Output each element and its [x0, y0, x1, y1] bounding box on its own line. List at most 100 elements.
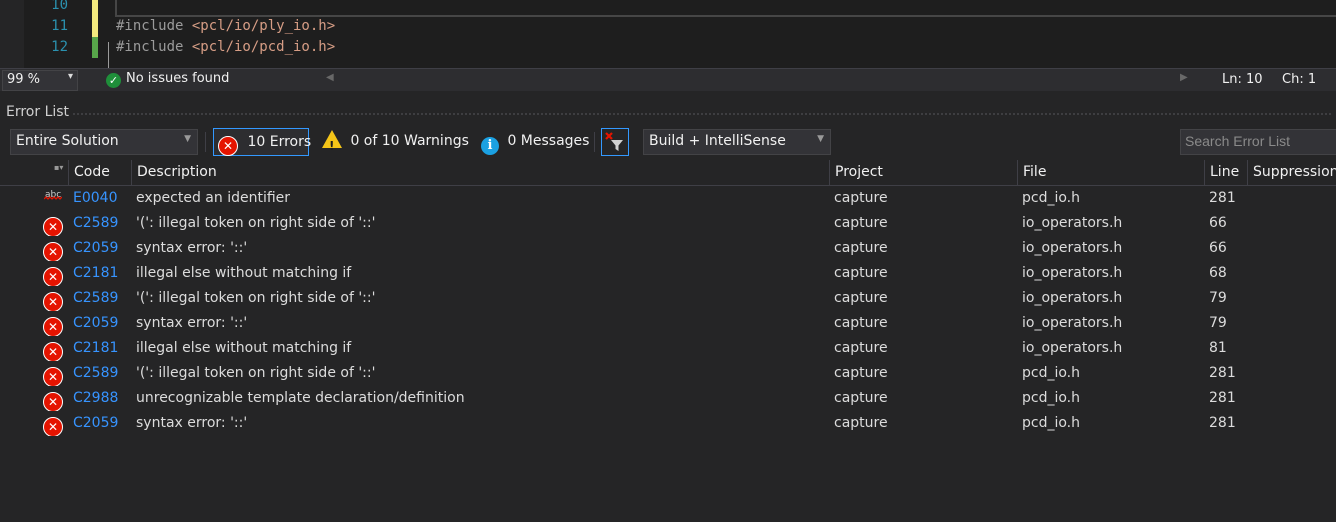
error-code-link[interactable]: C2059 [68, 236, 131, 261]
include-path: <pcl/io/pcd_io.h> [191, 39, 336, 55]
error-code-link[interactable]: C2181 [68, 261, 131, 286]
change-marker [92, 0, 98, 16]
error-code-link[interactable]: E0040 [68, 186, 131, 211]
table-row[interactable]: abc E0040 expected an identifier capture… [0, 186, 1336, 211]
table-row[interactable]: ✕ C2988 unrecognizable template declarat… [0, 386, 1336, 411]
error-code-link[interactable]: C2589 [68, 286, 131, 311]
messages-label: 0 Messages [507, 133, 590, 149]
editor-status-bar: 99 % ▾ ✓ No issues found ◀ ▶ Ln: 10 Ch: 1 [0, 68, 1336, 91]
error-code-link[interactable]: C2589 [68, 211, 131, 236]
error-file: io_operators.h [1022, 240, 1123, 256]
error-code-link[interactable]: C2988 [68, 386, 131, 411]
error-file: io_operators.h [1022, 215, 1123, 231]
code-line[interactable]: 12 #include <pcl/io/pcd_io.h> [0, 37, 1336, 58]
column-header-suppression[interactable]: Suppression [1247, 160, 1336, 185]
error-project: capture [834, 315, 888, 331]
error-file: io_operators.h [1022, 340, 1123, 356]
code-line[interactable]: 11 #include <pcl/io/ply_io.h> [0, 16, 1336, 37]
toolbar-separator [594, 132, 595, 152]
row-icon-cell: ✕ [40, 386, 68, 411]
char-indicator[interactable]: Ch: 1 [1282, 72, 1316, 87]
column-header-file[interactable]: File [1017, 160, 1204, 185]
error-description: unrecognizable template declaration/defi… [136, 390, 465, 406]
row-icon-cell: ✕ [40, 236, 68, 261]
code-line[interactable]: 10 [0, 0, 1336, 16]
table-row[interactable]: ✕ C2589 '(': illegal token on right side… [0, 211, 1336, 236]
errors-filter-button[interactable]: ✕ 10 Errors [213, 128, 311, 156]
error-code-link[interactable]: C2059 [68, 411, 131, 436]
table-row[interactable]: ✕ C2589 '(': illegal token on right side… [0, 361, 1336, 386]
error-icon: ✕ [43, 342, 63, 361]
error-description: illegal else without matching if [136, 265, 352, 281]
error-line: 68 [1209, 265, 1227, 281]
code-text: #include <pcl/io/ply_io.h> [116, 16, 335, 37]
error-suppression [1247, 261, 1336, 286]
clear-filter-button[interactable] [601, 128, 629, 156]
column-options-icon[interactable]: ▪▾ [54, 163, 63, 172]
line-number: 12 [51, 39, 68, 55]
zoom-dropdown[interactable]: 99 % ▾ [2, 70, 78, 91]
table-row[interactable]: ✕ C2181 illegal else without matching if… [0, 336, 1336, 361]
error-code-link[interactable]: C2059 [68, 311, 131, 336]
search-error-list[interactable] [1180, 129, 1336, 155]
chevron-down-icon: ▾ [67, 71, 73, 82]
error-description: syntax error: '::' [136, 315, 248, 331]
scroll-right-icon[interactable]: ▶ [1180, 72, 1188, 83]
row-icon-cell: ✕ [40, 361, 68, 386]
column-header-code[interactable]: Code [68, 160, 131, 185]
toolbar-separator [205, 132, 206, 152]
error-project: capture [834, 240, 888, 256]
panel-header[interactable]: Error List [0, 91, 1336, 123]
error-file: pcd_io.h [1022, 390, 1081, 406]
line-indicator[interactable]: Ln: 10 [1222, 72, 1263, 87]
build-source-dropdown[interactable]: Build + IntelliSense ▼ [643, 129, 831, 155]
error-suppression [1247, 386, 1336, 411]
error-icon: ✕ [43, 392, 63, 411]
table-row[interactable]: ✕ C2181 illegal else without matching if… [0, 261, 1336, 286]
error-line: 281 [1209, 390, 1236, 406]
chevron-down-icon: ▼ [184, 134, 191, 144]
error-line: 281 [1209, 190, 1236, 206]
table-row[interactable]: ✕ C2059 syntax error: '::' capture pcd_i… [0, 411, 1336, 436]
error-project: capture [834, 340, 888, 356]
scope-dropdown[interactable]: Entire Solution ▼ [10, 129, 198, 155]
error-icon: ✕ [43, 417, 63, 436]
table-row[interactable]: ✕ C2059 syntax error: '::' capture io_op… [0, 236, 1336, 261]
column-header-line[interactable]: Line [1204, 160, 1247, 185]
row-icon-cell: ✕ [40, 336, 68, 361]
error-file: io_operators.h [1022, 265, 1123, 281]
clear-filter-icon [605, 132, 623, 151]
error-code-link[interactable]: C2181 [68, 336, 131, 361]
warning-icon: ! [322, 130, 342, 153]
title-grip [72, 112, 1332, 116]
row-icon-cell: ✕ [40, 261, 68, 286]
row-icon-cell: ✕ [40, 211, 68, 236]
code-text: #include <pcl/io/pcd_io.h> [116, 37, 335, 58]
error-icon: ✕ [43, 217, 63, 236]
column-header-project[interactable]: Project [829, 160, 1017, 185]
line-number: 10 [51, 0, 68, 13]
grid-header: ▪▾ Code Description Project File Line Su… [0, 160, 1336, 186]
error-icon: ✕ [43, 242, 63, 261]
include-path: <pcl/io/ply_io.h> [191, 18, 336, 34]
messages-filter-button[interactable]: i 0 Messages [481, 128, 590, 155]
row-icon-cell: ✕ [40, 286, 68, 311]
code-editor[interactable]: 10 11 #include <pcl/io/ply_io.h> 12 #inc… [0, 0, 1336, 68]
error-code-link[interactable]: C2589 [68, 361, 131, 386]
warnings-filter-button[interactable]: ! 0 of 10 Warnings [322, 128, 469, 154]
preprocessor-directive: #include [116, 39, 192, 55]
table-row[interactable]: ✕ C2059 syntax error: '::' capture io_op… [0, 311, 1336, 336]
column-header-description[interactable]: Description [131, 160, 829, 185]
search-input[interactable] [1185, 132, 1330, 150]
table-row[interactable]: ✕ C2589 '(': illegal token on right side… [0, 286, 1336, 311]
error-project: capture [834, 415, 888, 431]
zoom-value: 99 % [7, 72, 41, 87]
issues-indicator[interactable]: ✓ No issues found [106, 71, 229, 89]
error-file: pcd_io.h [1022, 190, 1081, 206]
error-suppression [1247, 336, 1336, 361]
preprocessor-directive: #include [116, 18, 192, 34]
error-suppression [1247, 361, 1336, 386]
error-line: 281 [1209, 415, 1236, 431]
scroll-left-icon[interactable]: ◀ [326, 72, 334, 83]
error-icon: ✕ [43, 367, 63, 386]
